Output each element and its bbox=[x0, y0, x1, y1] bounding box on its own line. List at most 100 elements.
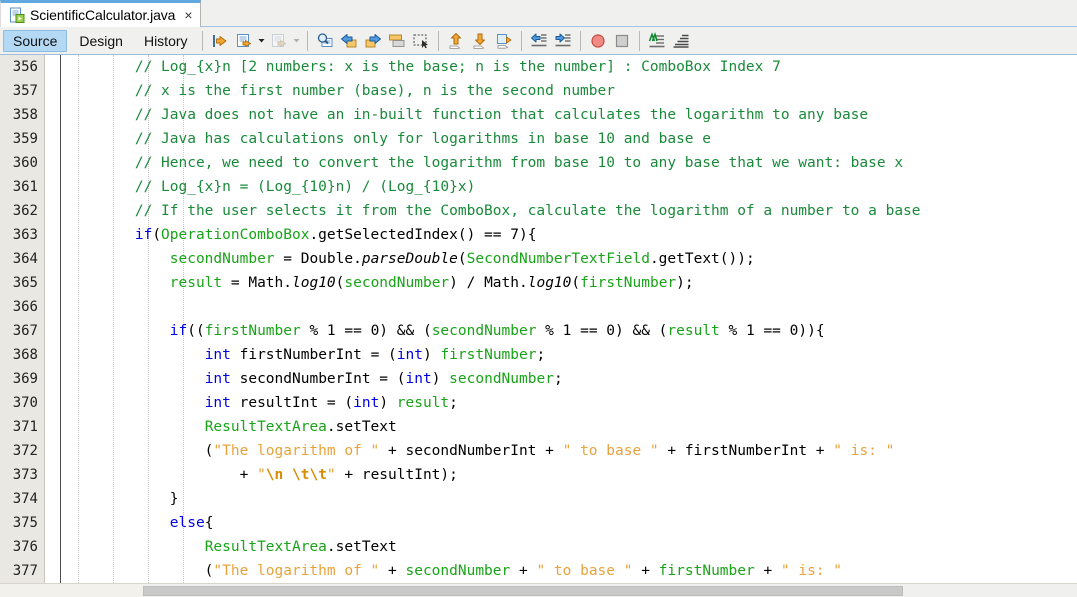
tab-source[interactable]: Source bbox=[3, 29, 68, 52]
code-token-esc: \t\t bbox=[292, 467, 327, 483]
code-line[interactable]: // If the user selects it from the Combo… bbox=[65, 199, 1077, 223]
code-token-plain: ; bbox=[536, 347, 546, 363]
code-line[interactable]: ResultTextArea.setText bbox=[65, 415, 1077, 439]
close-icon[interactable]: × bbox=[184, 8, 192, 22]
code-token-plain: ; bbox=[553, 371, 563, 387]
code-token-fld: firstNumber bbox=[658, 563, 755, 579]
horizontal-scrollbar[interactable] bbox=[0, 583, 1077, 597]
tab-design[interactable]: Design bbox=[70, 30, 132, 52]
code-token-str bbox=[283, 467, 292, 483]
code-line[interactable]: } bbox=[65, 487, 1077, 511]
document-tab-strip: ScientificCalculator.java × bbox=[0, 0, 1077, 27]
code-token-cmt: // If the user selects it from the Combo… bbox=[65, 203, 921, 219]
code-line[interactable]: // Java has calculations only for logari… bbox=[65, 127, 1077, 151]
code-line[interactable]: ResultTextArea.setText bbox=[65, 535, 1077, 559]
code-line[interactable]: int firstNumberInt = (int) firstNumber; bbox=[65, 343, 1077, 367]
document-tab-scientificcalculator[interactable]: ScientificCalculator.java × bbox=[0, 0, 201, 27]
toggle-comment-dropdown-icon[interactable] bbox=[256, 29, 267, 53]
scrollbar-track[interactable] bbox=[0, 585, 143, 597]
stop-icon[interactable] bbox=[610, 29, 634, 53]
code-token-plain: secondNumberInt = ( bbox=[230, 371, 406, 387]
line-number: 374 bbox=[12, 491, 38, 507]
toolbar-divider bbox=[520, 30, 522, 51]
code-token-cmt: // Java does not have an in-built functi… bbox=[65, 107, 869, 123]
toggle-breakpoint-icon[interactable] bbox=[586, 29, 610, 53]
code-line[interactable]: int secondNumberInt = (int) secondNumber… bbox=[65, 367, 1077, 391]
code-token-fld: secondNumber bbox=[169, 251, 275, 267]
code-token-plain: = Double. bbox=[274, 251, 362, 267]
code-line[interactable]: ("The logarithm of " + secondNumberInt +… bbox=[65, 439, 1077, 463]
code-token-stat: log10 bbox=[527, 275, 572, 291]
code-token-plain: ( bbox=[65, 443, 214, 459]
code-line[interactable]: if(OperationComboBox.getSelectedIndex() … bbox=[65, 223, 1077, 247]
previous-bookmark-icon[interactable] bbox=[444, 29, 468, 53]
code-token-kw: else bbox=[169, 515, 205, 531]
inspect-members-icon[interactable] bbox=[645, 29, 669, 53]
code-token-plain: resultInt = ( bbox=[230, 395, 354, 411]
toolbar-divider bbox=[579, 30, 581, 51]
code-line[interactable]: // Java does not have an in-built functi… bbox=[65, 103, 1077, 127]
code-token-esc: \n bbox=[265, 467, 284, 483]
line-number-gutter: 356 357 358 359 360 361 362 363 364 365 366 367 368 3… bbox=[0, 55, 45, 583]
code-editor[interactable]: 356 357 358 359 360 361 362 363 364 365 366 367 368 3… bbox=[0, 55, 1077, 583]
code-token-fld: secondNumber bbox=[431, 323, 537, 339]
code-line[interactable]: // Hence, we need to convert the logarit… bbox=[65, 151, 1077, 175]
find-previous-icon[interactable] bbox=[337, 29, 361, 53]
inspect-hierarchy-icon[interactable] bbox=[669, 29, 693, 53]
toggle-comment-icon[interactable] bbox=[232, 29, 256, 53]
code-line[interactable] bbox=[65, 295, 1077, 319]
code-token-plain: % 1 == 0)){ bbox=[719, 323, 825, 339]
code-token-fld: result bbox=[667, 323, 720, 339]
code-token-plain: + bbox=[379, 563, 406, 579]
code-token-plain: + resultInt); bbox=[335, 467, 458, 483]
line-number: 368 bbox=[12, 347, 38, 363]
code-line[interactable]: result = Math.log10(secondNumber) / Math… bbox=[65, 271, 1077, 295]
line-number: 359 bbox=[12, 131, 38, 147]
line-number: 371 bbox=[12, 419, 38, 435]
code-token-plain: ( bbox=[152, 227, 162, 243]
code-token-fld: ResultTextArea bbox=[204, 539, 327, 555]
code-token-plain: = Math. bbox=[222, 275, 292, 291]
code-line[interactable]: if((firstNumber % 1 == 0) && (secondNumb… bbox=[65, 319, 1077, 343]
editor-toolbar: Source Design History bbox=[0, 27, 1077, 55]
next-bookmark-icon[interactable] bbox=[468, 29, 492, 53]
toggle-bookmark-icon[interactable] bbox=[492, 29, 516, 53]
shift-right-icon[interactable] bbox=[267, 29, 291, 53]
line-number: 361 bbox=[12, 179, 38, 195]
java-file-icon bbox=[9, 7, 25, 23]
last-edit-icon[interactable] bbox=[208, 29, 232, 53]
code-token-cmt: // Hence, we need to convert the logarit… bbox=[65, 155, 904, 171]
code-line[interactable]: // Log_{x}n = (Log_{10}n) / (Log_{10}x) bbox=[65, 175, 1077, 199]
code-token-plain: ( bbox=[65, 563, 214, 579]
code-line[interactable]: + "\n \t\t" + resultInt); bbox=[65, 463, 1077, 487]
code-text-area[interactable]: // Log_{x}n [2 numbers: x is the base; n… bbox=[61, 55, 1077, 583]
find-selection-icon[interactable] bbox=[313, 29, 337, 53]
scrollbar-thumb[interactable] bbox=[143, 586, 903, 596]
code-token-fld: secondNumber bbox=[405, 563, 511, 579]
code-token-str: " bbox=[326, 467, 336, 483]
tab-history[interactable]: History bbox=[135, 30, 197, 52]
code-token-str: " to base " bbox=[562, 443, 659, 459]
toggle-highlight-icon[interactable] bbox=[385, 29, 409, 53]
glyph-margin[interactable] bbox=[46, 55, 60, 583]
shift-line-right-icon[interactable] bbox=[551, 29, 575, 53]
line-number: 363 bbox=[12, 227, 38, 243]
code-line[interactable]: int resultInt = (int) result; bbox=[65, 391, 1077, 415]
shift-right-dropdown-icon[interactable] bbox=[291, 29, 302, 53]
code-line[interactable]: ("The logarithm of " + secondNumber + " … bbox=[65, 559, 1077, 583]
tab-source-label: Source bbox=[13, 32, 58, 49]
code-line[interactable]: // Log_{x}n [2 numbers: x is the base; n… bbox=[65, 55, 1077, 79]
code-line[interactable]: secondNumber = Double.parseDouble(Second… bbox=[65, 247, 1077, 271]
code-token-plain: ) bbox=[431, 371, 450, 387]
toggle-rectangular-selection-icon[interactable] bbox=[409, 29, 433, 53]
find-next-icon[interactable] bbox=[361, 29, 385, 53]
code-line[interactable]: else{ bbox=[65, 511, 1077, 535]
code-line[interactable]: // x is the first number (base), n is th… bbox=[65, 79, 1077, 103]
toolbar-divider bbox=[306, 30, 308, 51]
shift-line-left-icon[interactable] bbox=[527, 29, 551, 53]
code-token-plain: + bbox=[754, 563, 781, 579]
code-token-fld: firstNumber bbox=[580, 275, 677, 291]
